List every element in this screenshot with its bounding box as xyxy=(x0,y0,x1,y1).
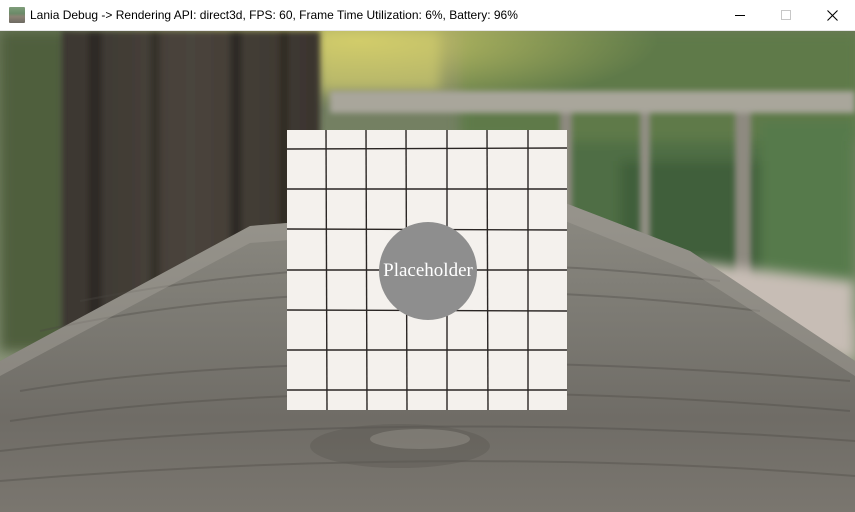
close-icon xyxy=(826,9,838,21)
placeholder-tile: Placeholder xyxy=(287,130,567,410)
placeholder-label: Placeholder xyxy=(383,260,473,281)
minimize-button[interactable] xyxy=(717,0,763,30)
close-button[interactable] xyxy=(809,0,855,30)
title-bar[interactable]: Lania Debug -> Rendering API: direct3d, … xyxy=(0,0,855,31)
placeholder-circle: Placeholder xyxy=(379,222,477,320)
app-window: Lania Debug -> Rendering API: direct3d, … xyxy=(0,0,855,512)
render-viewport[interactable]: Placeholder xyxy=(0,31,855,512)
app-icon xyxy=(9,7,25,23)
window-title: Lania Debug -> Rendering API: direct3d, … xyxy=(30,8,518,22)
maximize-icon xyxy=(781,10,791,20)
minimize-icon xyxy=(735,15,745,16)
maximize-button[interactable] xyxy=(763,0,809,30)
